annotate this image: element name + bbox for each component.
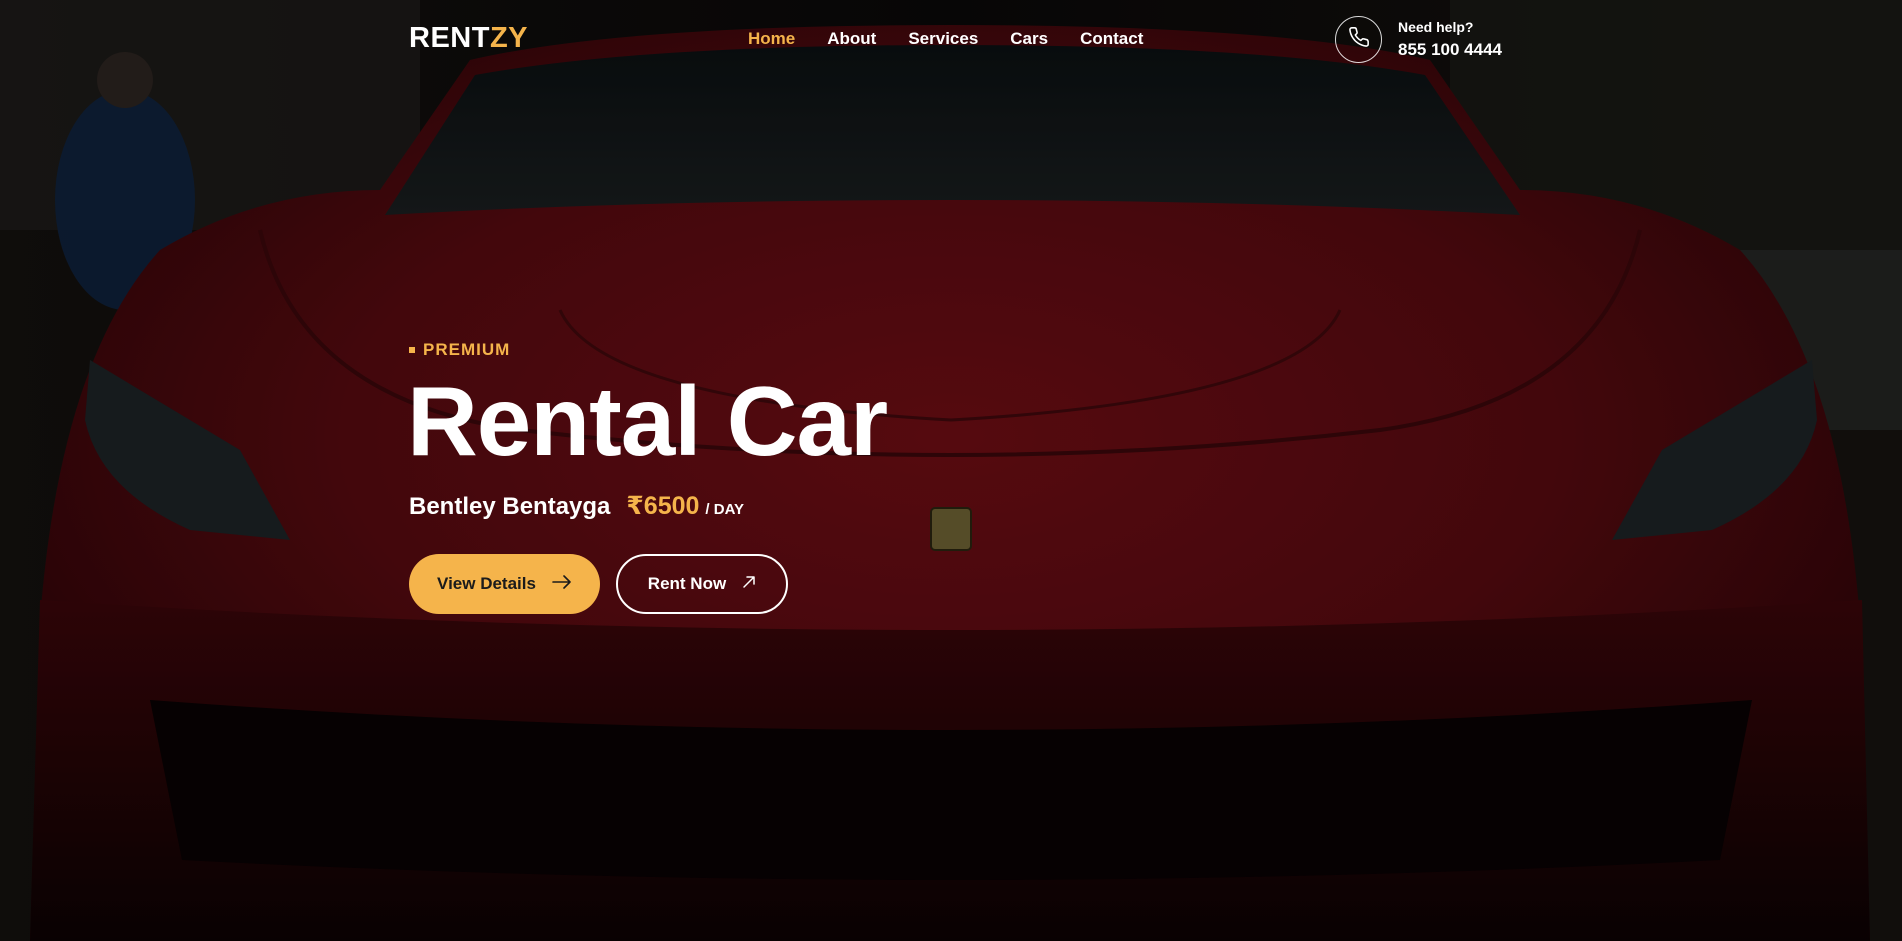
nav-item-home[interactable]: Home <box>748 29 795 49</box>
arrow-right-icon <box>552 574 572 594</box>
rent-now-label: Rent Now <box>647 574 727 593</box>
help-phone-number[interactable]: 855 100 4444 <box>1398 40 1502 60</box>
arrow-up-right-icon <box>742 574 756 594</box>
help-label: Need help? <box>1398 19 1474 35</box>
help-contact: Need help? 855 100 4444 <box>1335 16 1502 63</box>
car-name: Bentley Bentayga <box>409 493 611 520</box>
nav-item-cars[interactable]: Cars <box>1010 29 1048 49</box>
phone-icon-button[interactable] <box>1335 16 1382 63</box>
help-text: Need help? 855 100 4444 <box>1398 19 1502 60</box>
view-details-label: View Details <box>437 574 536 593</box>
hero-car-info: Bentley Bentayga ₹6500 / DAY <box>409 491 744 521</box>
brand-logo[interactable]: RENTZY <box>409 22 528 55</box>
view-details-button[interactable]: View Details <box>409 554 600 614</box>
nav-item-services[interactable]: Services <box>908 29 978 49</box>
tagline-square-icon <box>409 347 415 353</box>
nav-item-about[interactable]: About <box>827 29 876 49</box>
hero-title: Rental Car <box>407 366 888 476</box>
price-unit: / DAY <box>705 501 745 518</box>
logo-accent-text: ZY <box>489 22 529 54</box>
car-price: ₹6500 <box>626 492 700 520</box>
hero-dark-overlay <box>0 0 1902 941</box>
logo-main-text: RENT <box>409 22 490 54</box>
nav-item-contact[interactable]: Contact <box>1080 29 1143 49</box>
rent-now-button[interactable]: Rent Now <box>616 554 788 614</box>
hero-tagline: PREMIUM <box>409 340 510 360</box>
main-nav: Home About Services Cars Contact <box>748 29 1143 49</box>
phone-icon <box>1348 26 1370 53</box>
tagline-text: PREMIUM <box>423 340 511 359</box>
